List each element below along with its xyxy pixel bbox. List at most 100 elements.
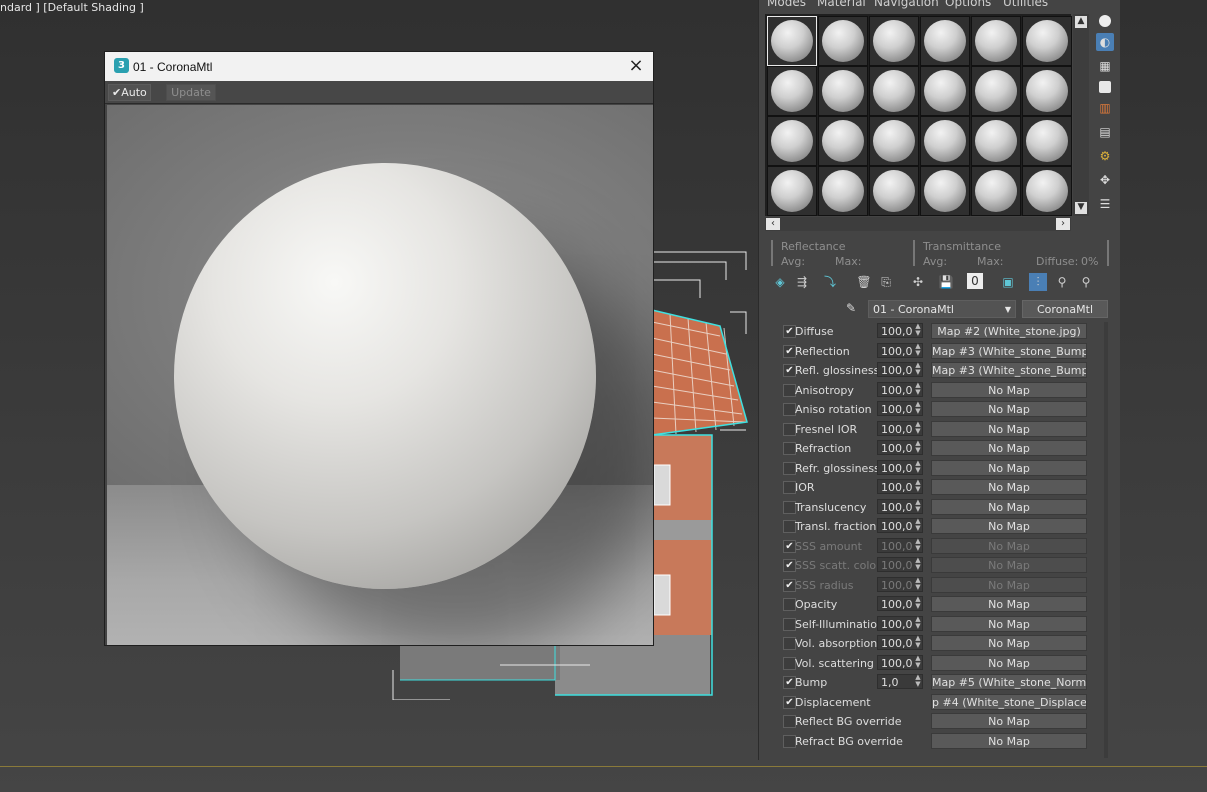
viewport-shading-label[interactable]: ndard ] [Default Shading ]	[0, 1, 144, 14]
background-checker-icon[interactable]: ▦	[1096, 57, 1114, 75]
sample-slot[interactable]	[1022, 116, 1072, 166]
sample-slot[interactable]	[818, 166, 868, 216]
map-slot-button[interactable]: No Map	[931, 459, 1087, 476]
scroll-down-icon[interactable]: ▼	[1075, 202, 1087, 214]
sample-slot[interactable]	[971, 66, 1021, 116]
map-slot-button[interactable]: p #4 (White_stone_Displacent.jp	[931, 693, 1087, 710]
spinner-arrows-icon[interactable]: ▲ ▼	[913, 498, 923, 514]
backlight-icon[interactable]: ◐	[1096, 33, 1114, 51]
menu-navigation[interactable]: Navigation	[874, 0, 939, 9]
map-slot-button[interactable]: No Map	[931, 635, 1087, 651]
spinner-arrows-icon[interactable]: ▲ ▼	[913, 323, 923, 338]
map-slot-button[interactable]: No Map	[931, 440, 1087, 456]
sample-slot[interactable]	[920, 116, 970, 166]
show-end-result-icon[interactable]: ⫶	[1029, 273, 1047, 291]
show-shaded-icon[interactable]: ▣	[999, 273, 1017, 291]
sample-slot[interactable]	[920, 16, 970, 66]
update-button[interactable]: Update	[166, 84, 216, 101]
sample-slot[interactable]	[971, 116, 1021, 166]
map-slot-button[interactable]: Map #5 (White_stone_Normal.jpg)	[931, 674, 1087, 690]
spinner-arrows-icon[interactable]: ▲ ▼	[913, 342, 923, 358]
sample-uv-icon[interactable]	[1099, 81, 1111, 93]
sample-slot[interactable]	[818, 66, 868, 116]
sample-slot[interactable]	[767, 16, 817, 66]
sample-slot[interactable]	[767, 66, 817, 116]
sample-slot[interactable]	[869, 66, 919, 116]
spinner-arrows-icon[interactable]: ▲ ▼	[913, 362, 923, 377]
put-to-scene-icon[interactable]: ⇶	[793, 273, 811, 291]
spinner-arrows-icon[interactable]: ▲ ▼	[913, 479, 923, 494]
spinner-arrows-icon[interactable]: ▲ ▼	[913, 576, 923, 592]
dropdown-arrow-icon[interactable]: ▼	[1005, 301, 1011, 319]
spinner-arrows-icon[interactable]: ▲ ▼	[913, 635, 923, 650]
map-slot-button[interactable]: Map #3 (White_stone_Bump.jpg)	[931, 342, 1087, 359]
spinner-arrows-icon[interactable]: ▲ ▼	[913, 596, 923, 611]
sample-slot[interactable]	[869, 16, 919, 66]
spinner-arrows-icon[interactable]: ▲ ▼	[913, 401, 923, 416]
slot-vertical-scrollbar[interactable]: ▲ ▼	[1073, 14, 1089, 216]
menu-utilities[interactable]: Utilities	[1003, 0, 1048, 9]
material-id-icon[interactable]: 0	[967, 273, 983, 289]
spinner-arrows-icon[interactable]: ▲ ▼	[913, 420, 923, 436]
spinner-arrows-icon[interactable]: ▲ ▼	[913, 674, 923, 689]
go-to-parent-icon[interactable]: ⚲	[1053, 273, 1071, 291]
sample-type-sphere-icon[interactable]	[1099, 15, 1111, 27]
sample-slot[interactable]	[818, 16, 868, 66]
sample-slot[interactable]	[1022, 166, 1072, 216]
map-slot-button[interactable]: Map #2 (White_stone.jpg)	[931, 323, 1087, 339]
assign-to-selection-icon[interactable]: ⤵	[821, 273, 839, 291]
map-slot-button[interactable]: No Map	[931, 654, 1087, 671]
spinner-arrows-icon[interactable]: ▲ ▼	[913, 440, 923, 455]
sample-slot[interactable]	[1022, 66, 1072, 116]
map-slot-button[interactable]: No Map	[931, 381, 1087, 398]
slot-horizontal-scrollbar[interactable]: ‹ ›	[765, 217, 1071, 231]
spinner-arrows-icon[interactable]: ▲ ▼	[913, 518, 923, 533]
map-slot-button[interactable]: No Map	[931, 576, 1087, 593]
scroll-right-icon[interactable]: ›	[1056, 218, 1070, 230]
sample-slot[interactable]	[920, 166, 970, 216]
make-unique-icon[interactable]: ✣	[909, 273, 927, 291]
material-preview-window[interactable]: 3 01 - CoronaMtl × ✔Auto Update	[104, 51, 654, 646]
map-slot-button[interactable]: Map #3 (White_stone_Bump.jpg)	[931, 362, 1087, 378]
go-forward-icon[interactable]: ⚲	[1077, 273, 1095, 291]
map-slot-button[interactable]: No Map	[931, 479, 1087, 495]
close-button[interactable]: ×	[625, 55, 647, 77]
eyedropper-icon[interactable]: ✎	[846, 301, 862, 317]
copy-material-icon[interactable]: ⎘	[877, 273, 895, 291]
sample-slot[interactable]	[1022, 16, 1072, 66]
spinner-arrows-icon[interactable]: ▲ ▼	[913, 537, 923, 553]
sample-slot[interactable]	[818, 116, 868, 166]
sample-slot[interactable]	[767, 166, 817, 216]
map-slot-button[interactable]: No Map	[931, 615, 1087, 632]
map-slot-button[interactable]: No Map	[931, 732, 1087, 749]
map-slot-button[interactable]: No Map	[931, 518, 1087, 534]
map-slot-button[interactable]: No Map	[931, 557, 1087, 573]
menu-options[interactable]: Options	[945, 0, 991, 9]
map-slot-button[interactable]: No Map	[931, 401, 1087, 417]
spinner-arrows-icon[interactable]: ▲ ▼	[913, 459, 923, 475]
get-material-icon[interactable]: ◈	[771, 273, 789, 291]
material-type-button[interactable]: CoronaMtl	[1022, 300, 1108, 318]
preview-title-bar[interactable]: 3 01 - CoronaMtl ×	[105, 52, 653, 81]
material-name-field[interactable]: 01 - CoronaMtl ▼	[868, 300, 1016, 318]
sample-slot[interactable]	[971, 16, 1021, 66]
map-slot-button[interactable]: No Map	[931, 498, 1087, 515]
put-to-library-icon[interactable]: 💾	[937, 273, 955, 291]
maps-scrollbar[interactable]	[1104, 322, 1108, 758]
auto-checkbox[interactable]: ✔Auto	[108, 84, 151, 101]
sample-slot[interactable]	[869, 116, 919, 166]
spinner-arrows-icon[interactable]: ▲ ▼	[913, 654, 923, 670]
spinner-arrows-icon[interactable]: ▲ ▼	[913, 557, 923, 572]
sample-slot[interactable]	[920, 66, 970, 116]
scroll-up-icon[interactable]: ▲	[1075, 16, 1087, 28]
make-preview-icon[interactable]: ▤	[1096, 123, 1114, 141]
scroll-left-icon[interactable]: ‹	[766, 218, 780, 230]
sample-slot[interactable]	[869, 166, 919, 216]
map-slot-button[interactable]: No Map	[931, 537, 1087, 554]
spinner-arrows-icon[interactable]: ▲ ▼	[913, 615, 923, 631]
map-slot-button[interactable]: No Map	[931, 596, 1087, 612]
map-slot-button[interactable]: No Map	[931, 420, 1087, 437]
select-by-material-icon[interactable]: ✥	[1096, 171, 1114, 189]
menu-modes[interactable]: Modes	[767, 0, 806, 9]
sample-slot[interactable]	[767, 116, 817, 166]
